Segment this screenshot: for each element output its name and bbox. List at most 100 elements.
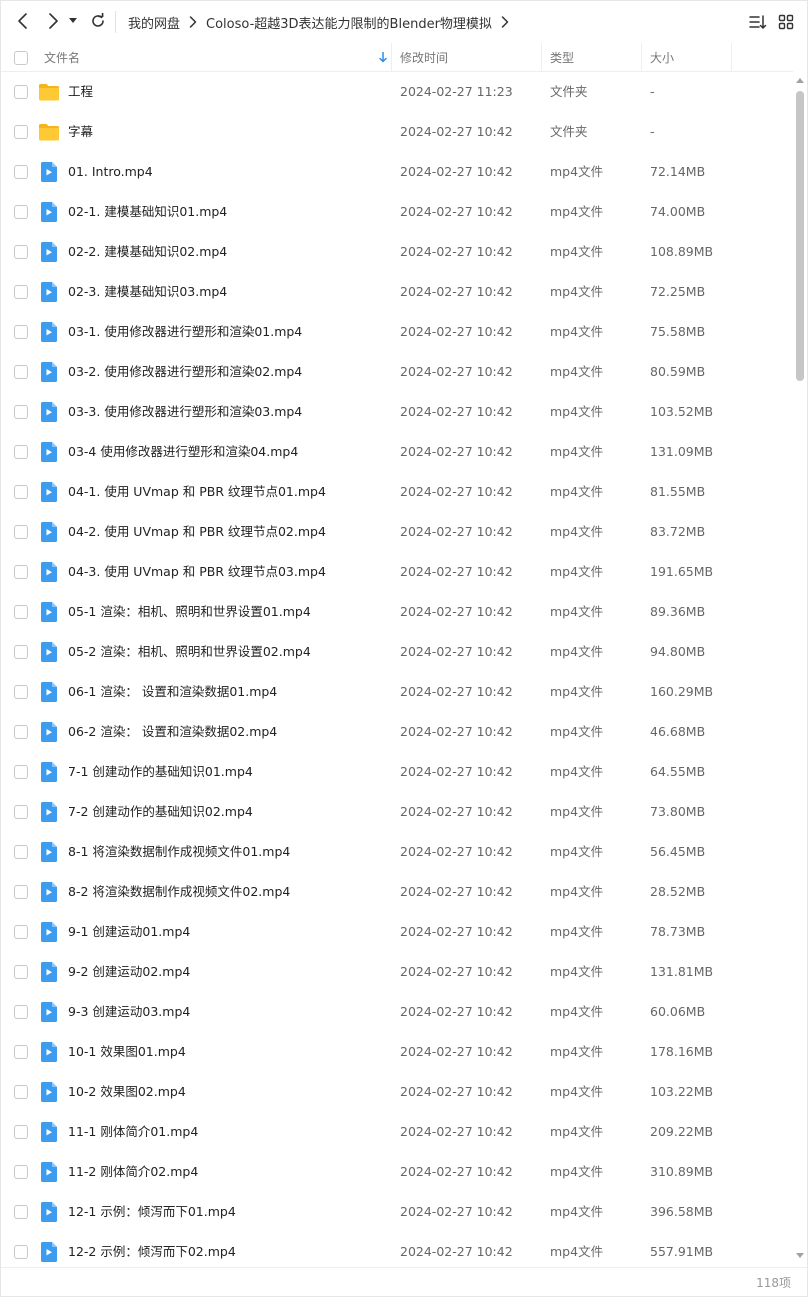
back-button[interactable] <box>11 9 35 33</box>
file-row[interactable]: 05-2 渲染：相机、照明和世界设置02.mp4 2024-02-27 10:42… <box>1 632 793 672</box>
row-checkbox[interactable] <box>14 1085 28 1099</box>
header-type[interactable]: 类型 <box>550 43 574 72</box>
row-checkbox[interactable] <box>14 325 28 339</box>
file-row[interactable]: 06-2 渲染： 设置和渲染数据02.mp4 2024-02-27 10:42 mp… <box>1 712 793 752</box>
file-row[interactable]: 03-3. 使用修改器进行塑形和渲染03.mp4 2024-02-27 10:42… <box>1 392 793 432</box>
row-checkbox[interactable] <box>14 565 28 579</box>
header-size[interactable]: 大小 <box>650 43 674 72</box>
row-checkbox[interactable] <box>14 725 28 739</box>
file-name[interactable]: 9-2 创建运动02.mp4 <box>68 952 190 992</box>
file-row[interactable]: 04-1. 使用 UVmap 和 PBR 纹理节点01.mp4 2024-02-2… <box>1 472 793 512</box>
row-checkbox[interactable] <box>14 285 28 299</box>
file-row[interactable]: 02-1. 建模基础知识01.mp4 2024-02-27 10:42 mp4文件 7… <box>1 192 793 232</box>
file-name[interactable]: 7-2 创建动作的基础知识02.mp4 <box>68 792 253 832</box>
row-checkbox[interactable] <box>14 85 28 99</box>
file-row[interactable]: 工程 2024-02-27 11:23 文件夹 - <box>1 72 793 112</box>
forward-button[interactable] <box>41 9 65 33</box>
row-checkbox[interactable] <box>14 1205 28 1219</box>
file-name[interactable]: 9-1 创建运动01.mp4 <box>68 912 190 952</box>
row-checkbox[interactable] <box>14 405 28 419</box>
file-row[interactable]: 04-2. 使用 UVmap 和 PBR 纹理节点02.mp4 2024-02-2… <box>1 512 793 552</box>
file-row[interactable]: 7-1 创建动作的基础知识01.mp4 2024-02-27 10:42 mp4文件… <box>1 752 793 792</box>
breadcrumb-current[interactable]: Coloso-超越3D表达能力限制的Blender物理模拟 <box>206 13 492 32</box>
row-checkbox[interactable] <box>14 205 28 219</box>
file-row[interactable]: 04-3. 使用 UVmap 和 PBR 纹理节点03.mp4 2024-02-2… <box>1 552 793 592</box>
file-name[interactable]: 04-1. 使用 UVmap 和 PBR 纹理节点01.mp4 <box>68 472 326 512</box>
scroll-down-icon[interactable] <box>796 1251 804 1259</box>
file-row[interactable]: 02-2. 建模基础知识02.mp4 2024-02-27 10:42 mp4文件 1… <box>1 232 793 272</box>
row-checkbox[interactable] <box>14 805 28 819</box>
file-row[interactable]: 12-2 示例：倾泻而下02.mp4 2024-02-27 10:42 mp4文件 5… <box>1 1232 793 1267</box>
file-row[interactable]: 字幕 2024-02-27 10:42 文件夹 - <box>1 112 793 152</box>
file-name[interactable]: 03-2. 使用修改器进行塑形和渲染02.mp4 <box>68 352 302 392</box>
header-name[interactable]: 文件名 <box>44 43 389 72</box>
file-row[interactable]: 7-2 创建动作的基础知识02.mp4 2024-02-27 10:42 mp4文件… <box>1 792 793 832</box>
file-row[interactable]: 06-1 渲染： 设置和渲染数据01.mp4 2024-02-27 10:42 mp… <box>1 672 793 712</box>
file-name[interactable]: 字幕 <box>68 112 93 152</box>
row-checkbox[interactable] <box>14 165 28 179</box>
row-checkbox[interactable] <box>14 645 28 659</box>
file-name[interactable]: 01. Intro.mp4 <box>68 152 153 192</box>
file-row[interactable]: 10-2 效果图02.mp4 2024-02-27 10:42 mp4文件 103.2… <box>1 1072 793 1112</box>
scroll-up-icon[interactable] <box>796 77 804 85</box>
row-checkbox[interactable] <box>14 605 28 619</box>
row-checkbox[interactable] <box>14 845 28 859</box>
row-checkbox[interactable] <box>14 1245 28 1259</box>
row-checkbox[interactable] <box>14 1005 28 1019</box>
file-name[interactable]: 05-2 渲染：相机、照明和世界设置02.mp4 <box>68 632 311 672</box>
row-checkbox[interactable] <box>14 885 28 899</box>
header-time[interactable]: 修改时间 <box>400 43 448 72</box>
file-name[interactable]: 8-2 将渲染数据制作成视频文件02.mp4 <box>68 872 290 912</box>
file-row[interactable]: 9-2 创建运动02.mp4 2024-02-27 10:42 mp4文件 131.8… <box>1 952 793 992</box>
file-row[interactable]: 9-3 创建运动03.mp4 2024-02-27 10:42 mp4文件 60.06… <box>1 992 793 1032</box>
file-name[interactable]: 12-2 示例：倾泻而下02.mp4 <box>68 1232 236 1267</box>
file-name[interactable]: 10-1 效果图01.mp4 <box>68 1032 186 1072</box>
file-row[interactable]: 05-1 渲染：相机、照明和世界设置01.mp4 2024-02-27 10:42… <box>1 592 793 632</box>
file-row[interactable]: 03-1. 使用修改器进行塑形和渲染01.mp4 2024-02-27 10:42… <box>1 312 793 352</box>
refresh-button[interactable] <box>86 9 110 33</box>
row-checkbox[interactable] <box>14 1045 28 1059</box>
chevron-right-icon[interactable] <box>501 16 509 28</box>
file-name[interactable]: 02-2. 建模基础知识02.mp4 <box>68 232 227 272</box>
file-name[interactable]: 11-2 刚体简介02.mp4 <box>68 1152 198 1192</box>
file-name[interactable]: 10-2 效果图02.mp4 <box>68 1072 186 1112</box>
row-checkbox[interactable] <box>14 525 28 539</box>
file-row[interactable]: 9-1 创建运动01.mp4 2024-02-27 10:42 mp4文件 78.73… <box>1 912 793 952</box>
file-row[interactable]: 01. Intro.mp4 2024-02-27 10:42 mp4文件 72.14M… <box>1 152 793 192</box>
file-name[interactable]: 03-1. 使用修改器进行塑形和渲染01.mp4 <box>68 312 302 352</box>
file-row[interactable]: 8-2 将渲染数据制作成视频文件02.mp4 2024-02-27 10:42 mp… <box>1 872 793 912</box>
file-name[interactable]: 02-1. 建模基础知识01.mp4 <box>68 192 227 232</box>
file-name[interactable]: 02-3. 建模基础知识03.mp4 <box>68 272 227 312</box>
file-row[interactable]: 11-1 刚体简介01.mp4 2024-02-27 10:42 mp4文件 209.… <box>1 1112 793 1152</box>
file-name[interactable]: 12-1 示例：倾泻而下01.mp4 <box>68 1192 236 1232</box>
file-row[interactable]: 12-1 示例：倾泻而下01.mp4 2024-02-27 10:42 mp4文件 3… <box>1 1192 793 1232</box>
file-name[interactable]: 工程 <box>68 72 93 112</box>
row-checkbox[interactable] <box>14 1165 28 1179</box>
file-name[interactable]: 9-3 创建运动03.mp4 <box>68 992 190 1032</box>
file-name[interactable]: 06-1 渲染： 设置和渲染数据01.mp4 <box>68 672 277 712</box>
sort-button[interactable] <box>748 12 768 32</box>
breadcrumb-root[interactable]: 我的网盘 <box>128 13 180 32</box>
file-row[interactable]: 02-3. 建模基础知识03.mp4 2024-02-27 10:42 mp4文件 7… <box>1 272 793 312</box>
row-checkbox[interactable] <box>14 1125 28 1139</box>
row-checkbox[interactable] <box>14 965 28 979</box>
file-row[interactable]: 10-1 效果图01.mp4 2024-02-27 10:42 mp4文件 178.1… <box>1 1032 793 1072</box>
row-checkbox[interactable] <box>14 125 28 139</box>
row-checkbox[interactable] <box>14 245 28 259</box>
scrollbar-thumb[interactable] <box>796 91 804 381</box>
row-checkbox[interactable] <box>14 685 28 699</box>
row-checkbox[interactable] <box>14 445 28 459</box>
file-name[interactable]: 06-2 渲染： 设置和渲染数据02.mp4 <box>68 712 277 752</box>
grid-view-button[interactable] <box>776 12 796 32</box>
file-row[interactable]: 8-1 将渲染数据制作成视频文件01.mp4 2024-02-27 10:42 mp… <box>1 832 793 872</box>
file-name[interactable]: 04-3. 使用 UVmap 和 PBR 纹理节点03.mp4 <box>68 552 326 592</box>
file-name[interactable]: 7-1 创建动作的基础知识01.mp4 <box>68 752 253 792</box>
scrollbar[interactable] <box>793 73 807 1265</box>
select-all-checkbox[interactable] <box>14 50 28 65</box>
file-name[interactable]: 05-1 渲染：相机、照明和世界设置01.mp4 <box>68 592 311 632</box>
file-name[interactable]: 11-1 刚体简介01.mp4 <box>68 1112 198 1152</box>
row-checkbox[interactable] <box>14 485 28 499</box>
history-dropdown-button[interactable] <box>65 9 81 33</box>
file-name[interactable]: 03-4 使用修改器进行塑形和渲染04.mp4 <box>68 432 298 472</box>
file-row[interactable]: 03-2. 使用修改器进行塑形和渲染02.mp4 2024-02-27 10:42… <box>1 352 793 392</box>
